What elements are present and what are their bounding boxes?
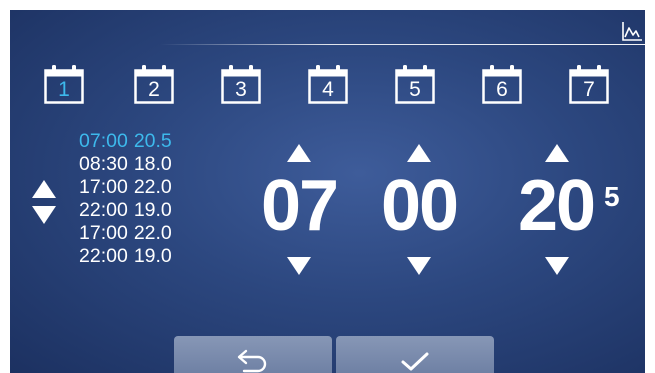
schedule-time: 08:30 — [79, 153, 128, 175]
day-number: 6 — [496, 78, 508, 101]
temp-up-button[interactable] — [545, 144, 569, 162]
back-button[interactable] — [174, 336, 332, 373]
checkmark-icon — [401, 352, 429, 371]
minutes-down-button[interactable] — [407, 257, 431, 275]
temp-decimal-value: 5 — [604, 181, 620, 212]
schedule-temp: 18.0 — [133, 153, 172, 175]
schedule-list: 07:00 20.5 08:30 18.0 17:00 22.0 22:00 19.0 … — [79, 130, 172, 268]
hours-value: 07 — [260, 166, 339, 246]
day-number: 3 — [235, 78, 247, 101]
schedule-item[interactable]: 17:00 22.0 — [79, 176, 172, 199]
day-number: 5 — [409, 78, 421, 101]
graph-icon[interactable] — [621, 20, 643, 42]
day-2-button[interactable]: 2 — [134, 64, 174, 104]
day-4-button[interactable]: 4 — [308, 64, 348, 104]
list-scroll-control — [32, 180, 56, 228]
schedule-temp: 22.0 — [133, 222, 172, 244]
schedule-time: 07:00 — [79, 130, 128, 152]
day-1-button[interactable]: 1 — [44, 64, 84, 104]
schedule-temp: 22.0 — [133, 176, 172, 198]
day-number: 1 — [58, 78, 70, 101]
arrow-down-icon[interactable] — [32, 206, 56, 224]
schedule-temp: 20.5 — [133, 130, 172, 152]
day-6-button[interactable]: 6 — [482, 64, 522, 104]
confirm-button[interactable] — [336, 336, 494, 373]
hours-up-button[interactable] — [287, 144, 311, 162]
schedule-item[interactable]: 17:00 22.0 — [79, 222, 172, 245]
hours-down-button[interactable] — [287, 257, 311, 275]
arrow-up-icon[interactable] — [32, 180, 56, 198]
back-arrow-icon — [237, 349, 267, 373]
temp-down-button[interactable] — [545, 257, 569, 275]
header-divider — [160, 44, 645, 45]
day-number: 2 — [148, 78, 160, 101]
schedule-time: 17:00 — [79, 176, 128, 198]
schedule-temp: 19.0 — [133, 199, 172, 221]
thermostat-screen: 1 2 3 4 5 6 7 07:00 20.5 08:30 18.0 17:0… — [10, 10, 645, 373]
schedule-time: 17:00 — [79, 222, 128, 244]
minutes-up-button[interactable] — [407, 144, 431, 162]
minutes-value: 00 — [380, 166, 459, 246]
day-3-button[interactable]: 3 — [221, 64, 261, 104]
schedule-item[interactable]: 22:00 19.0 — [79, 245, 172, 268]
schedule-item[interactable]: 22:00 19.0 — [79, 199, 172, 222]
schedule-item[interactable]: 08:30 18.0 — [79, 153, 172, 176]
schedule-temp: 19.0 — [133, 245, 172, 267]
schedule-time: 22:00 — [79, 245, 128, 267]
day-7-button[interactable]: 7 — [569, 64, 609, 104]
day-5-button[interactable]: 5 — [395, 64, 435, 104]
day-number: 4 — [322, 78, 334, 101]
schedule-time: 22:00 — [79, 199, 128, 221]
schedule-item[interactable]: 07:00 20.5 — [79, 130, 172, 153]
day-number: 7 — [583, 78, 595, 101]
temp-whole-value: 20 — [517, 166, 596, 246]
